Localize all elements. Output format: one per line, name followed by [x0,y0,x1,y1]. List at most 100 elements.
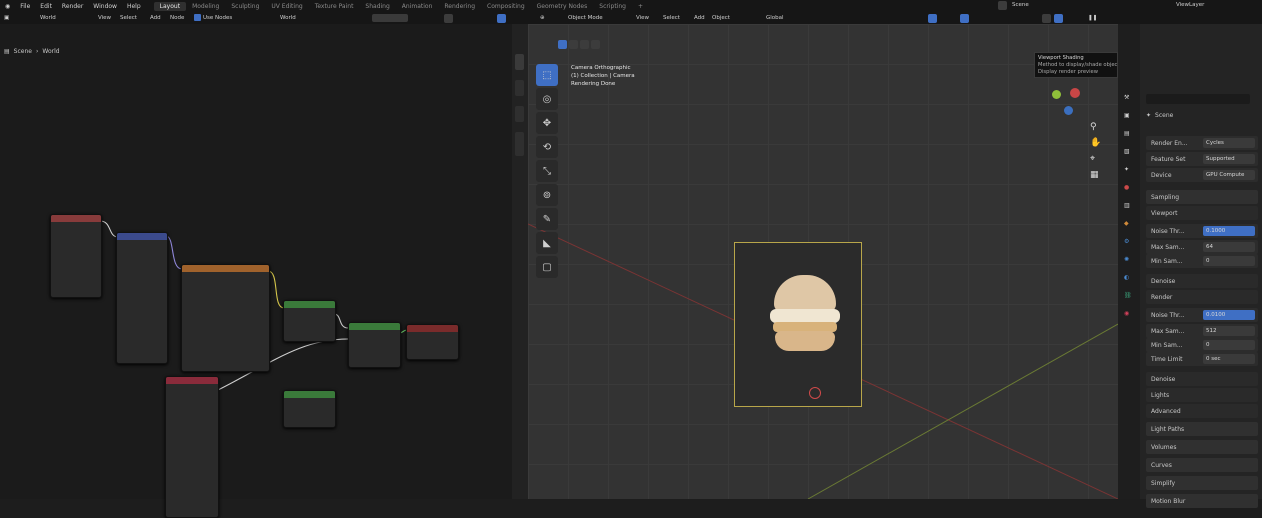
scene-tab-icon[interactable]: ✦ [1124,166,1129,173]
node-mapping[interactable] [116,232,168,364]
tool-scale[interactable]: ⤡ [536,160,558,182]
render-tab-icon[interactable]: ▣ [1124,112,1130,119]
section-denoise[interactable]: Denoise [1146,372,1258,386]
viewport-max-samples-row[interactable]: Max Sam... 64 [1146,240,1258,254]
node-menu-add[interactable]: Add [150,15,161,21]
render-noise-threshold-value[interactable]: 0.0100 [1203,310,1255,320]
node-editor-shader-type[interactable]: World [40,15,56,21]
section-curves[interactable]: Curves [1146,458,1258,472]
section-volumes[interactable]: Volumes [1146,440,1258,454]
tab-uv-editing[interactable]: UV Editing [265,2,308,11]
viewport-menu-add[interactable]: Add [694,15,705,21]
tab-modeling[interactable]: Modeling [186,2,225,11]
collection-tab-icon[interactable]: ▥ [1124,202,1130,209]
y-axis-gizmo-icon[interactable] [1052,90,1061,99]
z-axis-gizmo-icon[interactable] [1064,106,1073,115]
viewport-min-samples-row[interactable]: Min Sam... 0 [1146,254,1258,268]
object-tab-icon[interactable]: ◆ [1124,220,1129,227]
pan-hand-icon[interactable]: ✋ [1090,138,1101,148]
section-simplify[interactable]: Simplify [1146,476,1258,490]
feature-set-value[interactable]: Supported [1203,154,1255,164]
tab-rendering[interactable]: Rendering [438,2,481,11]
use-nodes-checkbox[interactable] [194,14,201,21]
feature-set-row[interactable]: Feature Set Supported [1146,152,1258,166]
transform-orientation[interactable]: Global [766,15,784,21]
burger-object[interactable] [770,273,840,353]
tool-annotate[interactable]: ✎ [536,208,558,230]
viewport-menu-view[interactable]: View [636,15,649,21]
menu-file[interactable]: File [15,3,35,10]
tab-sculpting[interactable]: Sculpting [225,2,265,11]
tab-geometry-nodes[interactable]: Geometry Nodes [531,2,594,11]
tab-compositing[interactable]: Compositing [481,2,531,11]
world-datablock[interactable]: World [280,15,296,21]
output-tab-icon[interactable]: ▤ [1124,130,1130,137]
render-max-samples-value[interactable]: 512 [1203,326,1255,336]
node-background-1[interactable] [283,300,336,342]
tab-scripting[interactable]: Scripting [593,2,632,11]
x-axis-gizmo-icon[interactable] [1070,88,1080,98]
tool-move[interactable]: ✥ [536,112,558,134]
render-min-samples-row[interactable]: Min Sam... 0 [1146,338,1258,352]
node-world-output[interactable] [406,324,459,360]
tool-select[interactable]: ⬚ [536,64,558,86]
modifier-tab-icon[interactable]: ⚙ [1124,238,1129,245]
viewport-sampling-subsection[interactable]: Viewport [1146,206,1258,220]
tool-rotate[interactable]: ⟲ [536,136,558,158]
sidebar-tab-node[interactable] [515,54,524,70]
node-light-path[interactable] [165,376,219,518]
render-sampling-subsection[interactable]: Render [1146,290,1258,304]
tool-transform[interactable]: ⊚ [536,184,558,206]
node-environment-texture[interactable] [181,264,270,372]
viewport-menu-object[interactable]: Object [712,15,730,21]
render-min-samples-value[interactable]: 0 [1203,340,1255,350]
properties-search-input[interactable] [1146,94,1250,104]
node-menu-view[interactable]: View [98,15,111,21]
select-lasso-icon[interactable] [580,40,589,49]
node-menu-node[interactable]: Node [170,15,184,21]
pause-icon[interactable]: ❚❚ [1088,15,1097,21]
tool-cursor[interactable]: ◎ [536,88,558,110]
viewport-max-samples-value[interactable]: 64 [1203,242,1255,252]
node-menu-select[interactable]: Select [120,15,137,21]
view-layer-tab-icon[interactable]: ▧ [1124,148,1130,155]
device-value[interactable]: GPU Compute [1203,170,1255,180]
add-workspace-button[interactable]: + [632,2,649,11]
time-limit-row[interactable]: Time Limit 0 sec [1146,352,1258,366]
section-motion-blur[interactable]: Motion Blur [1146,494,1258,508]
material-tab-icon[interactable]: ◉ [1124,310,1129,317]
zoom-icon[interactable]: ⚲ [1090,122,1101,132]
menu-render[interactable]: Render [57,3,88,10]
tab-layout[interactable]: Layout [153,1,187,11]
particles-tab-icon[interactable]: ✺ [1124,256,1129,263]
camera-view-icon[interactable]: ⌖ [1090,154,1101,164]
menu-window[interactable]: Window [88,3,122,10]
3d-viewport[interactable]: Camera Orthographic (1) Collection | Cam… [528,24,1118,499]
render-max-samples-row[interactable]: Max Sam... 512 [1146,324,1258,338]
physics-tab-icon[interactable]: ◐ [1124,274,1129,281]
node-texture-coordinate[interactable] [50,214,102,298]
select-circle-icon[interactable] [569,40,578,49]
render-engine-value[interactable]: Cycles [1203,138,1255,148]
blender-logo-icon[interactable]: ◉ [0,3,15,10]
tab-shading[interactable]: Shading [359,2,395,11]
render-noise-threshold-row[interactable]: Noise Thr... 0.0100 [1146,308,1258,322]
tool-measure[interactable]: ◣ [536,232,558,254]
scene-selector[interactable]: Scene [1012,2,1029,8]
section-lights[interactable]: Lights [1146,388,1258,402]
world-tab-icon[interactable]: ● [1124,184,1129,191]
navigation-gizmo[interactable] [1048,84,1094,124]
node-editor-type-icon[interactable]: ▣ [4,15,9,21]
node-mix-shader[interactable] [348,322,401,368]
menu-edit[interactable]: Edit [35,3,57,10]
select-tweak-icon[interactable] [591,40,600,49]
device-row[interactable]: Device GPU Compute [1146,168,1258,182]
tab-animation[interactable]: Animation [396,2,439,11]
viewport-menu-select[interactable]: Select [663,15,680,21]
tool-tab-icon[interactable]: ⚒ [1124,94,1129,101]
viewport-min-samples-value[interactable]: 0 [1203,256,1255,266]
sampling-section[interactable]: Sampling [1146,190,1258,204]
sidebar-tab-tool[interactable] [515,80,524,96]
node-editor[interactable]: ▤ Scene › World [0,24,512,518]
perspective-toggle-icon[interactable]: ▦ [1090,170,1101,180]
